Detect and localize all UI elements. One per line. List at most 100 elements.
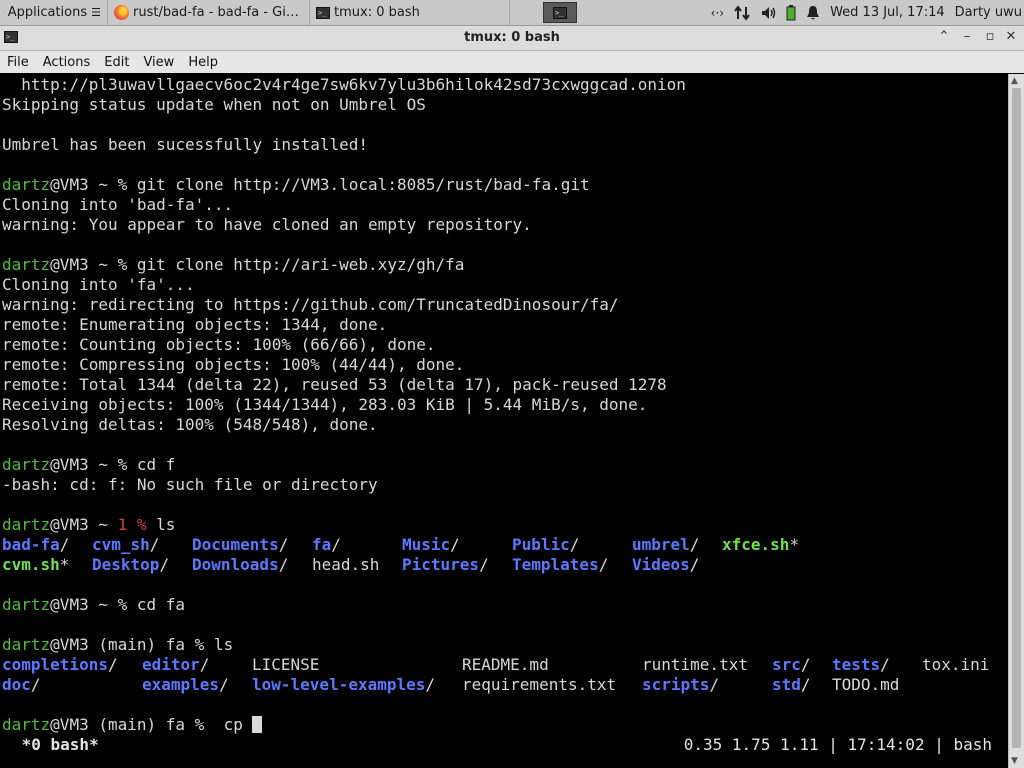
ls-entry-suffix: / (219, 675, 229, 694)
prompt-line: dartz@VM3 (main) fa % ls (2, 635, 233, 655)
close-button[interactable]: ✕ (1002, 28, 1020, 46)
ls-entry: README.md (462, 655, 549, 675)
output-line: Skipping status update when not on Umbre… (2, 95, 426, 114)
taskbar-firefox[interactable]: rust/bad-fa - bad-fa - Gi… (108, 0, 310, 25)
firefox-icon (114, 5, 129, 20)
terminal-output[interactable]: http://pl3uwavllgaecv6oc2v4r4ge7sw6kv7yl… (0, 74, 1008, 768)
command-text: ~ % git clone http://VM3.local:8085/rust… (88, 175, 590, 194)
ls-entry-name: std (772, 675, 801, 694)
output-line: warning: redirecting to https://github.c… (2, 295, 619, 314)
window-titlebar[interactable]: >_ tmux: 0 bash ⌃ – ▫ ✕ (0, 26, 1024, 51)
command-input[interactable]: (main) fa % cp (89, 715, 253, 734)
ls-entry: fa/ (312, 535, 341, 555)
output-line: Umbrel has been sucessfully installed! (2, 135, 369, 154)
ls-entry: bad-fa/ (2, 535, 69, 555)
ls-entry: examples/ (142, 675, 229, 695)
prompt-host: @VM3 (50, 455, 89, 474)
ls-entry: head.sh (312, 555, 379, 575)
prompt-line[interactable]: dartz@VM3 (main) fa % cp (2, 715, 263, 735)
taskbar-firefox-label: rust/bad-fa - bad-fa - Gi… (133, 5, 299, 20)
tmux-window-list[interactable]: *0 bash* (12, 735, 99, 755)
ls-entry: cvm.sh* (2, 555, 69, 575)
ls-entry-suffix: / (880, 655, 890, 674)
prompt-host: @VM3 (50, 255, 89, 274)
ls-entry-name: examples (142, 675, 220, 694)
ls-entry-name: tests (832, 655, 881, 674)
taskbar-terminal-launcher[interactable]: >_ (543, 2, 577, 23)
shade-button[interactable]: ⌃ (935, 28, 953, 46)
minimize-button[interactable]: – (958, 28, 976, 46)
ls-entry: std/ (772, 675, 811, 695)
ls-entry-name: Downloads (192, 555, 279, 574)
ls-entry: editor/ (142, 655, 209, 675)
output-line: remote: Total 1344 (delta 22), reused 53… (2, 375, 667, 394)
ls-entry-name: Templates (512, 555, 599, 574)
menu-help[interactable]: Help (181, 55, 225, 70)
ls-entry-name: Pictures (402, 555, 480, 574)
ls-entry: TODO.md (832, 675, 899, 695)
ls-entry-suffix: / (199, 655, 210, 674)
ls-entry-suffix: / (149, 535, 160, 554)
ls-entry-suffix: / (59, 535, 70, 554)
menu-edit[interactable]: Edit (97, 55, 136, 70)
ls-entry: completions/ (2, 655, 118, 675)
maximize-button[interactable]: ▫ (981, 28, 999, 46)
terminal-scrollbar[interactable]: ▲ ▼ (1008, 74, 1024, 768)
prompt-user: dartz (2, 175, 51, 194)
updown-icon[interactable] (734, 4, 750, 21)
ls-entry-name: LICENSE (252, 655, 320, 674)
menu-bar: File Actions Edit View Help (0, 51, 1024, 73)
tmux-status-right: 0.35 1.75 1.11 | 17:14:02 | bash (683, 735, 992, 754)
bell-icon[interactable] (806, 5, 820, 21)
ls-entry: tests/ (832, 655, 890, 675)
top-panel: Applications ☰ rust/bad-fa - bad-fa - Gi… (0, 0, 1024, 26)
prompt-line: dartz@VM3 ~ % git clone http://ari-web.x… (2, 255, 464, 275)
prompt-host: @VM3 (50, 515, 89, 534)
ls-entry: Documents/ (192, 535, 288, 555)
ls-entry-suffix: / (689, 535, 700, 554)
ls-entry: requirements.txt (462, 675, 616, 695)
applications-menu-button[interactable]: Applications ☰ (0, 0, 108, 25)
scrollbar-thumb[interactable] (1012, 88, 1021, 748)
ls-entry-name: src (772, 655, 801, 674)
battery-icon[interactable] (786, 4, 796, 21)
volume-icon[interactable] (760, 5, 776, 21)
scroll-up-arrow-icon[interactable]: ▲ (1011, 76, 1018, 86)
window-title: tmux: 0 bash (464, 30, 560, 45)
output-line: Cloning into 'bad-fa'... (2, 195, 234, 214)
prompt-host: @VM3 (50, 635, 89, 654)
ls-entry: umbrel/ (632, 535, 699, 555)
menu-actions[interactable]: Actions (36, 55, 98, 70)
clock[interactable]: Wed 13 Jul, 17:14 (830, 5, 945, 20)
prompt-line: dartz@VM3 ~ % git clone http://VM3.local… (2, 175, 590, 195)
prompt-path: ~ (88, 515, 118, 534)
ls-entry-suffix: / (689, 555, 700, 574)
ls-entry-suffix: / (709, 675, 720, 694)
prompt-line: dartz@VM3 ~ 1 % ls (2, 515, 175, 535)
prompt-user: dartz (2, 455, 51, 474)
user-name[interactable]: Darty uwu (955, 5, 1022, 20)
output-line: http://pl3uwavllgaecv6oc2v4r4ge7sw6kv7yl… (2, 75, 686, 94)
ls-entry-suffix: * (789, 535, 800, 554)
ls-entry-name: requirements.txt (462, 675, 617, 694)
ls-entry: LICENSE (252, 655, 319, 675)
output-line: remote: Enumerating objects: 1344, done. (2, 315, 388, 334)
ls-entry-name: bad-fa (2, 535, 60, 554)
maximize-icon: ▫ (985, 29, 995, 44)
ls-entry-name: cvm_sh (92, 535, 150, 554)
taskbar-spacer (510, 0, 540, 25)
scroll-down-arrow-icon[interactable]: ▼ (1011, 756, 1018, 766)
prompt-line: dartz@VM3 ~ % cd f (2, 455, 175, 475)
terminal-icon: >_ (316, 6, 330, 19)
ls-entry-name: Public (512, 535, 570, 554)
taskbar-tmux[interactable]: >_ tmux: 0 bash (310, 0, 510, 25)
prompt-exit-status: 1 % (117, 515, 147, 534)
ls-entry-suffix: / (569, 535, 580, 554)
menu-file[interactable]: File (0, 55, 36, 70)
prompt-user: dartz (2, 255, 51, 274)
ls-entry-name: low-level-examples (252, 675, 426, 694)
network-arrows-icon[interactable]: ‹·› (711, 6, 724, 20)
terminal-launcher-icon: >_ (553, 6, 567, 19)
ls-entry: Public/ (512, 535, 579, 555)
menu-view[interactable]: View (136, 55, 181, 70)
